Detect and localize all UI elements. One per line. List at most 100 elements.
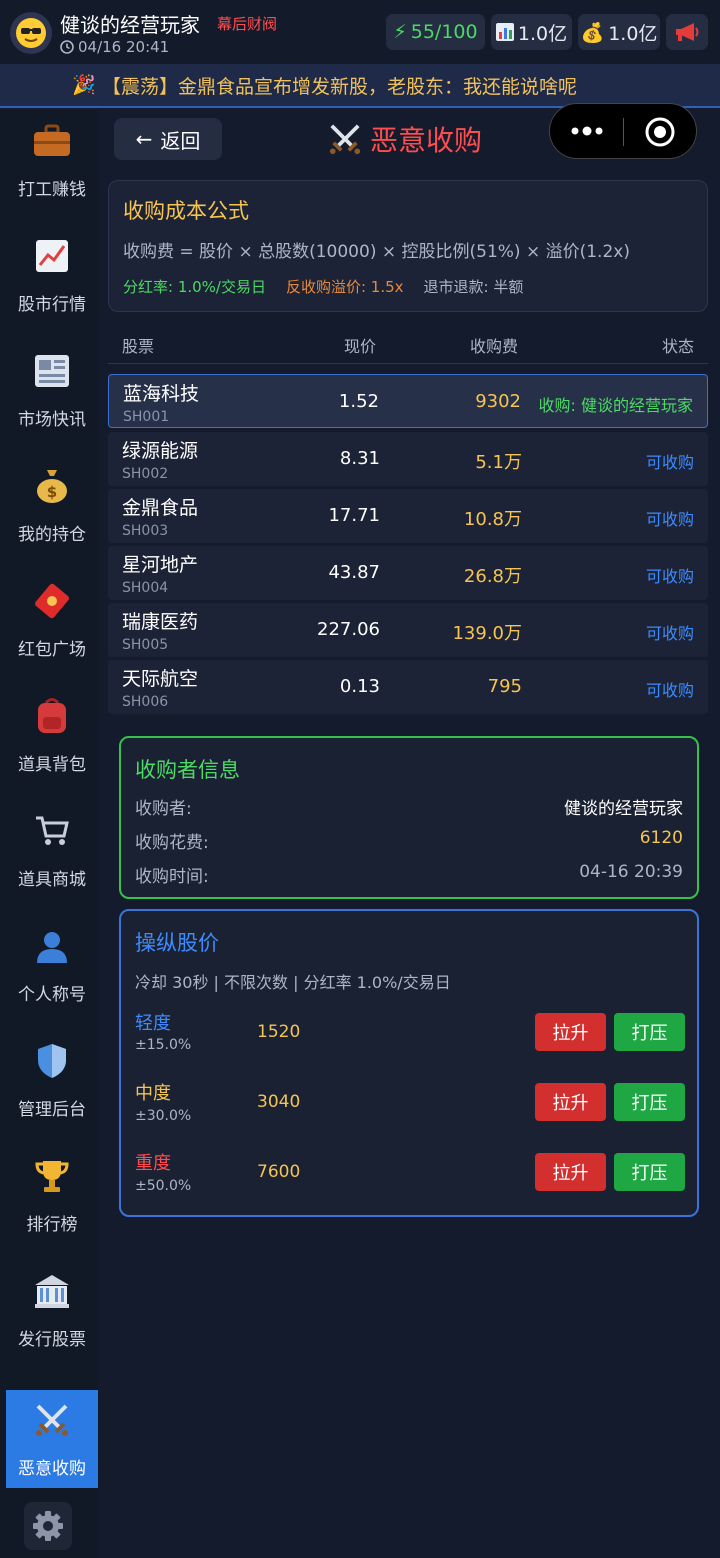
lightning-icon: ⚡ — [393, 21, 407, 43]
sidebar-item-shop[interactable]: 道具商城 — [6, 800, 98, 900]
energy-stat[interactable]: ⚡ 55/100 — [386, 14, 485, 50]
sidebar-item-work[interactable]: 打工赚钱 — [6, 110, 98, 210]
acquire-cost: 6120 — [639, 828, 683, 848]
money-bag-icon: $ — [32, 466, 72, 506]
more-button[interactable] — [564, 116, 610, 146]
takeover-fee: 5.1万 — [475, 452, 522, 473]
acquirer-name: 健谈的经营玩家 — [564, 799, 683, 819]
stock-price: 0.13 — [339, 676, 380, 697]
acquire-cost-label: 收购花费: — [135, 833, 209, 853]
stock-price: 43.87 — [328, 562, 380, 583]
sidebar-item-title[interactable]: 个人称号 — [6, 915, 98, 1015]
col-status: 状态 — [661, 337, 694, 356]
settings-button[interactable] — [24, 1502, 72, 1550]
stock-name: 天际航空 — [122, 668, 199, 690]
col-stock: 股票 — [122, 337, 155, 356]
suppress-button[interactable]: 打压 — [614, 1013, 685, 1051]
person-icon — [32, 926, 72, 966]
sidebar-item-admin[interactable]: 管理后台 — [6, 1030, 98, 1130]
party-popper-icon: 🎉 — [72, 74, 96, 96]
sidebar-label: 排行榜 — [26, 1214, 78, 1235]
manipulate-price-card: 操纵股价 冷却 30秒 | 不限次数 | 分红率 1.0%/交易日 轻度 ±15… — [119, 909, 699, 1217]
manipulate-title: 操纵股价 — [135, 931, 219, 955]
takeover-button[interactable]: 可收购 — [646, 449, 694, 473]
chart-up-icon — [32, 236, 72, 276]
back-label: 返回 — [160, 128, 201, 153]
delist-refund: 退市退款: 半额 — [423, 278, 524, 296]
sidebar-item-news[interactable]: 市场快讯 — [6, 340, 98, 440]
table-row[interactable]: 瑞康医药 SH005 227.06 139.0万 可收购 — [108, 603, 708, 657]
money-bag-icon: 💰 — [580, 21, 605, 44]
sidebar-item-holdings[interactable]: $ 我的持仓 — [6, 455, 98, 555]
stock-name: 金鼎食品 — [122, 497, 199, 519]
sunglasses-face-icon — [16, 18, 46, 48]
back-button[interactable]: ← 返回 — [114, 118, 222, 160]
takeover-button[interactable]: 可收购 — [646, 506, 694, 530]
table-row[interactable]: 天际航空 SH006 0.13 795 可收购 — [108, 660, 708, 714]
level-range: ±15.0% — [135, 1037, 192, 1053]
table-header: 股票 现价 收购费 状态 — [108, 322, 708, 364]
formula-expression: 收购费 = 股价 × 总股数(10000) × 控股比例(51%) × 溢价(1… — [123, 242, 630, 262]
news-ticker[interactable]: 🎉 【震荡】金鼎食品宣布增发新股，老股东：我还能说啥呢 — [0, 64, 720, 108]
sidebar-item-market[interactable]: 股市行情 — [6, 225, 98, 325]
takeover-button[interactable]: 可收购 — [646, 677, 694, 701]
table-row[interactable]: 绿源能源 SH002 8.31 5.1万 可收购 — [108, 432, 708, 486]
sidebar-item-leaderboard[interactable]: 排行榜 — [6, 1145, 98, 1245]
table-row[interactable]: 蓝海科技 SH001 1.52 9302 收购: 健谈的经营玩家 — [108, 374, 708, 428]
shopping-cart-icon — [32, 811, 72, 851]
stock-price: 1.52 — [338, 391, 379, 412]
table-row[interactable]: 星河地产 SH004 43.87 26.8万 可收购 — [108, 546, 708, 600]
level-name: 中度 — [135, 1083, 171, 1104]
page-title-text: 恶意收购 — [370, 124, 483, 157]
sidebar-label: 红包广场 — [18, 639, 86, 660]
arrow-left-icon: ← — [135, 127, 153, 151]
level-cost: 3040 — [257, 1092, 301, 1112]
avatar[interactable] — [10, 12, 52, 54]
cash-stat[interactable]: 💰 1.0亿 — [578, 14, 660, 50]
sidebar-item-issue-stock[interactable]: 发行股票 — [6, 1260, 98, 1360]
sidebar-item-hostile-takeover[interactable]: 恶意收购 — [6, 1390, 98, 1488]
stock-price: 8.31 — [339, 448, 380, 469]
suppress-button[interactable]: 打压 — [614, 1083, 685, 1121]
target-circle-icon — [645, 117, 675, 147]
raise-button[interactable]: 拉升 — [535, 1013, 606, 1051]
takeover-button[interactable]: 可收购 — [646, 620, 694, 644]
briefcase-icon — [32, 121, 72, 161]
sidebar-item-backpack[interactable]: 道具背包 — [6, 685, 98, 785]
assets-value: 1.0亿 — [517, 22, 568, 45]
announcement-button[interactable] — [666, 14, 708, 50]
stock-code: SH006 — [122, 694, 169, 710]
bar-chart-icon — [495, 23, 514, 41]
takeover-fee: 139.0万 — [452, 623, 522, 644]
crossed-swords-icon — [329, 124, 361, 155]
raise-button[interactable]: 拉升 — [535, 1153, 606, 1191]
level-cost: 7600 — [257, 1162, 301, 1182]
ticker-text: 【震荡】金鼎食品宣布增发新股，老股东：我还能说啥呢 — [102, 75, 578, 98]
acquirer-title: 收购者信息 — [135, 758, 240, 782]
col-fee: 收购费 — [470, 337, 519, 356]
raise-button[interactable]: 拉升 — [535, 1083, 606, 1121]
suppress-button[interactable]: 打压 — [614, 1153, 685, 1191]
backpack-icon — [32, 696, 72, 736]
assets-stat[interactable]: 1.0亿 — [491, 14, 572, 50]
user-title-tag: 幕后财阀 — [217, 15, 278, 33]
level-name: 重度 — [135, 1153, 171, 1174]
crossed-swords-icon — [32, 1400, 72, 1440]
manipulate-rules: 冷却 30秒 | 不限次数 | 分红率 1.0%/交易日 — [135, 973, 451, 992]
takeover-fee: 9302 — [475, 391, 521, 412]
level-range: ±30.0% — [135, 1108, 192, 1124]
energy-value: 55/100 — [410, 21, 478, 43]
takeover-fee: 10.8万 — [463, 509, 522, 530]
sidebar-item-red-packet[interactable]: 红包广场 — [6, 570, 98, 670]
takeover-button[interactable]: 可收购 — [646, 563, 694, 587]
sidebar-label: 恶意收购 — [18, 1458, 86, 1479]
sidebar-label: 股市行情 — [18, 294, 86, 315]
table-row[interactable]: 金鼎食品 SH003 17.71 10.8万 可收购 — [108, 489, 708, 543]
close-miniapp-button[interactable] — [640, 114, 680, 150]
gear-icon — [33, 1511, 63, 1541]
stock-name: 蓝海科技 — [123, 383, 200, 405]
newspaper-icon — [32, 351, 72, 391]
stock-name: 绿源能源 — [122, 440, 199, 462]
takeover-status: 收购: 健谈的经营玩家 — [538, 396, 693, 415]
stock-code: SH004 — [122, 580, 169, 596]
